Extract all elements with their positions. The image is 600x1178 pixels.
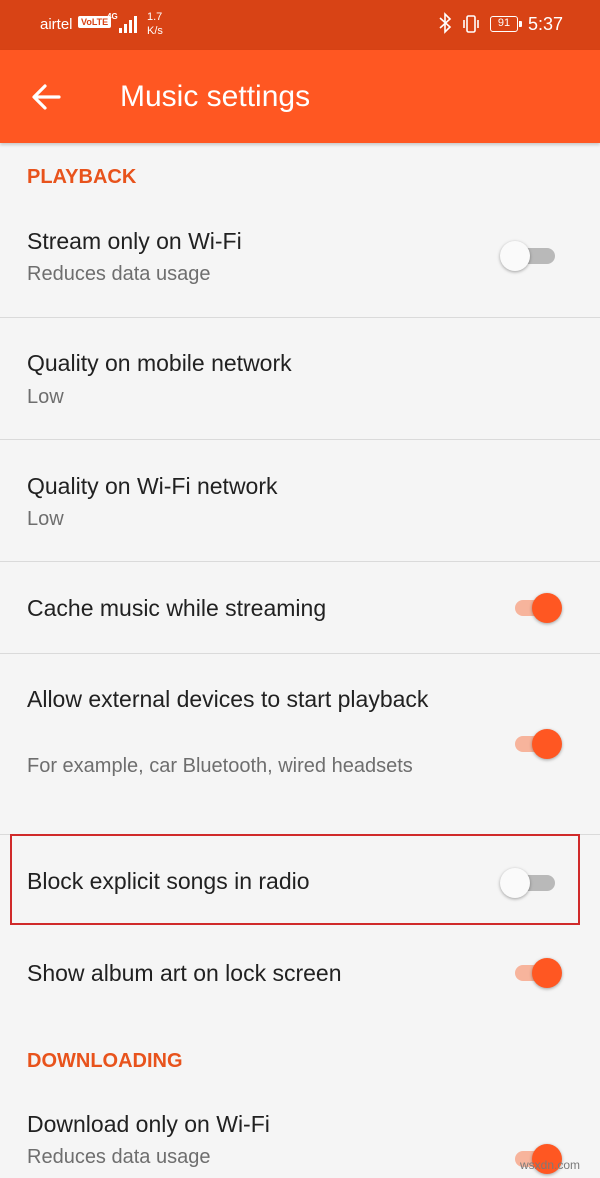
carrier-name: airtel bbox=[40, 16, 73, 33]
app-bar: Music settings bbox=[0, 50, 600, 143]
switch-thumb bbox=[500, 868, 530, 898]
setting-title: Cache music while streaming bbox=[27, 595, 327, 621]
setting-title: Stream only on Wi-Fi bbox=[27, 228, 242, 254]
external-devices-switch[interactable] bbox=[500, 727, 562, 759]
stream-wifi-switch[interactable] bbox=[500, 239, 560, 271]
section-header-downloading: DOWNLOADING bbox=[27, 1050, 183, 1072]
battery-icon: 91 bbox=[490, 16, 522, 32]
setting-quality-wifi[interactable]: Quality on Wi-Fi network Low bbox=[0, 440, 600, 562]
watermark: wsxdn.com bbox=[520, 1158, 581, 1172]
setting-summary: Low bbox=[27, 508, 64, 530]
signal-icon bbox=[119, 16, 137, 33]
setting-quality-mobile[interactable]: Quality on mobile network Low bbox=[0, 318, 600, 440]
setting-summary: For example, car Bluetooth, wired headse… bbox=[27, 755, 413, 777]
setting-block-explicit[interactable]: Block explicit songs in radio bbox=[0, 835, 600, 925]
status-bar: airtel VoLTE 4G 1.7 K/s 91 5:37 bbox=[0, 0, 600, 50]
setting-title: Quality on Wi-Fi network bbox=[27, 473, 278, 499]
album-art-switch[interactable] bbox=[500, 956, 562, 988]
setting-title: Quality on mobile network bbox=[27, 350, 292, 376]
setting-external-devices[interactable]: Allow external devices to start playback… bbox=[0, 654, 600, 835]
setting-title: Show album art on lock screen bbox=[27, 960, 342, 986]
page-title: Music settings bbox=[120, 80, 311, 113]
setting-summary: Reduces data usage bbox=[27, 1146, 211, 1168]
cache-music-switch[interactable] bbox=[500, 591, 562, 623]
bluetooth-icon bbox=[439, 12, 452, 34]
arrow-back-icon[interactable] bbox=[30, 80, 64, 114]
setting-cache-music[interactable]: Cache music while streaming bbox=[0, 562, 600, 654]
setting-title: Allow external devices to start playback bbox=[27, 686, 429, 712]
section-header-playback: PLAYBACK bbox=[27, 166, 137, 188]
network-type: 4G bbox=[107, 12, 118, 21]
vibrate-icon bbox=[463, 15, 479, 33]
setting-title: Block explicit songs in radio bbox=[27, 868, 310, 894]
setting-stream-wifi[interactable]: Stream only on Wi-Fi Reduces data usage bbox=[0, 200, 600, 318]
setting-summary: Reduces data usage bbox=[27, 263, 211, 285]
block-explicit-switch[interactable] bbox=[500, 866, 560, 898]
setting-title: Download only on Wi-Fi bbox=[27, 1111, 270, 1137]
setting-download-wifi[interactable]: Download only on Wi-Fi Reduces data usag… bbox=[0, 1090, 600, 1178]
status-time: 5:37 bbox=[528, 14, 564, 34]
network-speed: 1.7 K/s bbox=[147, 11, 163, 37]
switch-thumb bbox=[532, 593, 562, 623]
switch-thumb bbox=[532, 729, 562, 759]
switch-thumb bbox=[500, 241, 530, 271]
switch-thumb bbox=[532, 958, 562, 988]
battery-level: 91 bbox=[497, 17, 511, 29]
setting-album-art[interactable]: Show album art on lock screen bbox=[0, 926, 600, 1021]
setting-summary: Low bbox=[27, 386, 64, 408]
